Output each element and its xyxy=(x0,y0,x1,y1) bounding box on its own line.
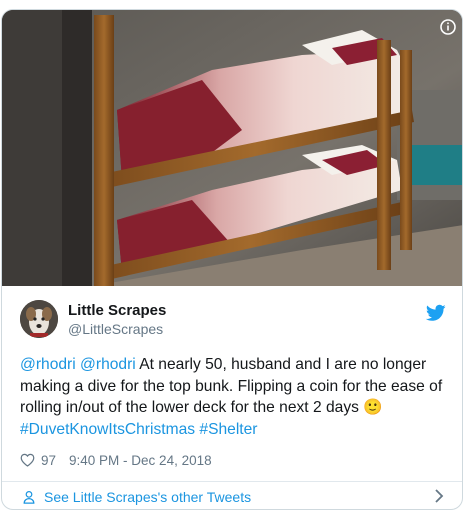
embedded-tweet-card: Little Scrapes @LittleScrapes @rhodri @r… xyxy=(1,9,463,510)
see-other-tweets-label: See Little Scrapes's other Tweets xyxy=(44,488,252,505)
author-handle[interactable]: @LittleScrapes xyxy=(68,321,163,337)
see-other-tweets-link[interactable]: See Little Scrapes's other Tweets xyxy=(2,482,462,509)
author-display-name[interactable]: Little Scrapes xyxy=(68,302,166,319)
tweet-timestamp[interactable]: 9:40 PM - Dec 24, 2018 xyxy=(69,453,212,468)
mention-link[interactable]: @rhodri xyxy=(20,356,76,373)
person-icon xyxy=(23,490,35,504)
bunk-bed-photo xyxy=(2,10,462,286)
like-count[interactable]: 97 xyxy=(41,453,56,468)
hashtag-link[interactable]: #Shelter xyxy=(199,421,257,438)
avatar[interactable] xyxy=(20,300,58,338)
heart-icon[interactable] xyxy=(20,453,35,467)
tweet-photo[interactable] xyxy=(2,10,462,286)
mention-link[interactable]: @rhodri xyxy=(80,356,136,373)
dog-avatar-icon xyxy=(20,300,58,338)
tweet-text: @rhodri @rhodri At nearly 50, husband an… xyxy=(20,354,448,440)
twitter-bird-icon[interactable] xyxy=(426,304,446,322)
tweet-meta: 97 9:40 PM - Dec 24, 2018 xyxy=(20,451,212,469)
tweet-author: Little Scrapes @LittleScrapes xyxy=(2,286,462,348)
hashtag-link[interactable]: #DuvetKnowItsChristmas xyxy=(20,421,195,438)
chevron-right-icon xyxy=(435,489,444,503)
